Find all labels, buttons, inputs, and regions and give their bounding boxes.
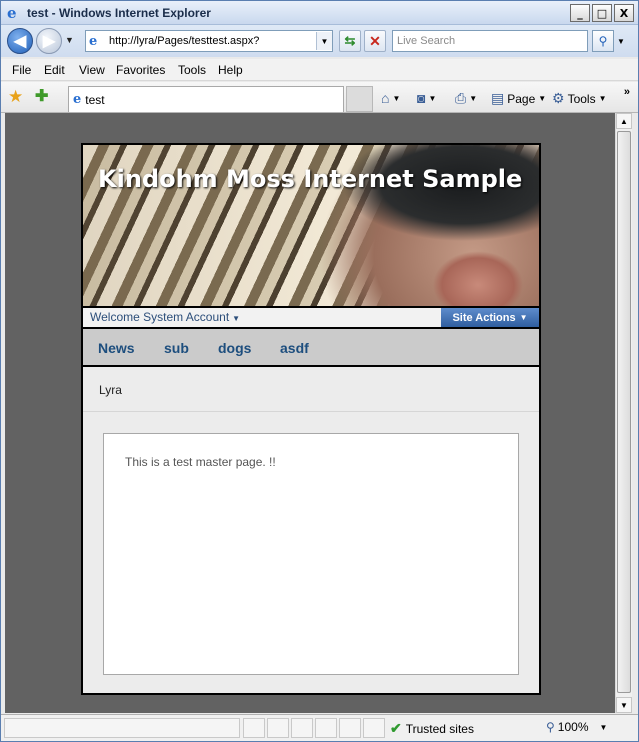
chevron-down-icon: ▼ — [519, 313, 528, 322]
menu-file[interactable]: File — [12, 63, 31, 77]
welcome-menu[interactable]: Welcome System Account ▼ — [90, 310, 240, 324]
divider — [83, 411, 539, 412]
scroll-up-button[interactable]: ▲ — [616, 113, 632, 129]
minimize-button[interactable]: _ — [570, 4, 590, 22]
menu-view[interactable]: View — [79, 63, 105, 77]
window-title: test - Windows Internet Explorer — [27, 6, 211, 20]
page-icon: ▤ — [491, 90, 505, 106]
maximize-button[interactable]: □ — [592, 4, 612, 22]
status-segment — [291, 718, 313, 738]
chevron-down-icon: ▼ — [392, 93, 401, 103]
ie-window: e test - Windows Internet Explorer _ □ X… — [0, 0, 639, 742]
search-options-dropdown[interactable]: ▼ — [615, 30, 627, 52]
page-icon: e — [89, 33, 98, 49]
chevron-down-icon: ▼ — [232, 314, 241, 323]
menu-help[interactable]: Help — [218, 63, 243, 77]
home-button[interactable]: ⌂ ▼ — [381, 90, 400, 106]
status-text-area — [4, 718, 240, 738]
add-favorite-icon[interactable]: ✚ — [35, 86, 48, 106]
address-dropdown[interactable]: ▼ — [316, 32, 332, 50]
zoom-control[interactable]: ⚲ 100% ▼ — [546, 720, 607, 734]
close-button[interactable]: X — [614, 4, 634, 22]
body-text: This is a test master page. !! — [125, 455, 276, 469]
toolbar-overflow-icon[interactable]: » — [624, 86, 630, 98]
chevron-down-icon: ▼ — [598, 94, 607, 103]
nav-item-asdf[interactable]: asdf — [280, 340, 309, 356]
nav-item-sub[interactable]: sub — [164, 340, 189, 356]
forward-arrow-icon: ▶ — [42, 33, 56, 50]
stop-icon: ✕ — [369, 32, 381, 49]
status-segment — [267, 718, 289, 738]
menu-favorites[interactable]: Favorites — [116, 63, 165, 77]
favorites-bar: ★ ✚ e test ⌂ ▼ ◙ ▼ ⎙ ▼ ▤ Page ▼ ⚙ Tools ▼ » — [1, 82, 638, 113]
security-zone[interactable]: ✔ Trusted sites — [390, 720, 474, 737]
breadcrumb[interactable]: Lyra — [99, 383, 122, 397]
welcome-bar: Welcome System Account ▼ Site Actions ▼ — [83, 306, 539, 327]
page-menu-label: Page — [507, 91, 536, 106]
ie-logo-icon: e — [7, 4, 17, 22]
refresh-icon: ⇆ — [344, 33, 356, 48]
navigation-bar: ◀ ▶ ▼ e http://lyra/Pages/testtest.aspx?… — [1, 25, 638, 57]
refresh-button[interactable]: ⇆ — [339, 30, 361, 52]
security-zone-label: Trusted sites — [405, 721, 474, 736]
checkmark-icon: ✔ — [390, 720, 402, 736]
back-button[interactable]: ◀ — [7, 28, 33, 54]
address-input[interactable]: http://lyra/Pages/testtest.aspx? — [109, 35, 316, 47]
vertical-scrollbar[interactable]: ▲ ▼ — [615, 113, 632, 713]
chevron-down-icon: ▼ — [428, 93, 437, 103]
site-banner-image: Kindohm Moss Internet Sample — [83, 145, 539, 306]
site-actions-label: Site Actions — [452, 311, 516, 324]
tab-label: test — [85, 92, 105, 107]
page-menu-button[interactable]: ▤ Page ▼ — [491, 90, 546, 107]
chevron-down-icon: ▼ — [469, 94, 478, 103]
gear-icon: ⚙ — [552, 90, 565, 106]
menu-tools[interactable]: Tools — [178, 63, 206, 77]
status-segment — [315, 718, 337, 738]
menu-edit[interactable]: Edit — [44, 63, 65, 77]
welcome-label: Welcome System Account — [90, 310, 230, 324]
status-segment — [339, 718, 361, 738]
feeds-button[interactable]: ◙ ▼ — [417, 90, 436, 106]
nav-item-news[interactable]: News — [98, 340, 135, 356]
print-button[interactable]: ⎙ ▼ — [455, 90, 477, 107]
favorites-star-icon[interactable]: ★ — [8, 87, 23, 107]
status-segment — [243, 718, 265, 738]
chevron-down-icon: ▼ — [599, 722, 608, 732]
scroll-thumb[interactable] — [617, 131, 631, 693]
zoom-level: 100% — [557, 720, 589, 734]
new-tab-button[interactable] — [346, 86, 373, 112]
search-input[interactable]: Live Search — [392, 30, 588, 52]
title-bar: e test - Windows Internet Explorer _ □ X — [1, 1, 638, 25]
content-panel: This is a test master page. !! — [103, 433, 519, 675]
printer-icon: ⎙ — [455, 90, 467, 106]
tools-menu-button[interactable]: ⚙ Tools ▼ — [552, 90, 607, 107]
tab-test[interactable]: e test — [68, 86, 344, 112]
rss-icon: ◙ — [417, 90, 426, 106]
stop-button[interactable]: ✕ — [364, 30, 386, 52]
recent-pages-dropdown[interactable]: ▼ — [65, 35, 74, 45]
search-button[interactable]: ⚲ — [592, 30, 614, 52]
zoom-icon: ⚲ — [546, 720, 555, 734]
site-title[interactable]: Kindohm Moss Internet Sample — [98, 165, 522, 193]
status-segment — [363, 718, 385, 738]
sharepoint-page: Kindohm Moss Internet Sample Welcome Sys… — [81, 143, 541, 695]
status-bar: ✔ Trusted sites ⚲ 100% ▼ — [1, 714, 638, 741]
menu-bar: File Edit View Favorites Tools Help — [1, 59, 638, 81]
nav-item-dogs[interactable]: dogs — [218, 340, 251, 356]
chevron-down-icon: ▼ — [538, 94, 547, 103]
scroll-down-button[interactable]: ▼ — [616, 697, 632, 713]
site-actions-button[interactable]: Site Actions ▼ — [441, 308, 539, 327]
window-controls: _ □ X — [570, 4, 634, 22]
tools-menu-label: Tools — [567, 91, 596, 106]
tab-page-icon: e — [73, 92, 82, 107]
back-arrow-icon: ◀ — [13, 33, 27, 50]
forward-button[interactable]: ▶ — [36, 28, 62, 54]
search-icon: ⚲ — [598, 34, 608, 48]
address-bar[interactable]: e http://lyra/Pages/testtest.aspx? ▼ — [85, 30, 333, 52]
top-navigation: News sub dogs asdf — [83, 327, 539, 367]
home-icon: ⌂ — [381, 90, 390, 106]
